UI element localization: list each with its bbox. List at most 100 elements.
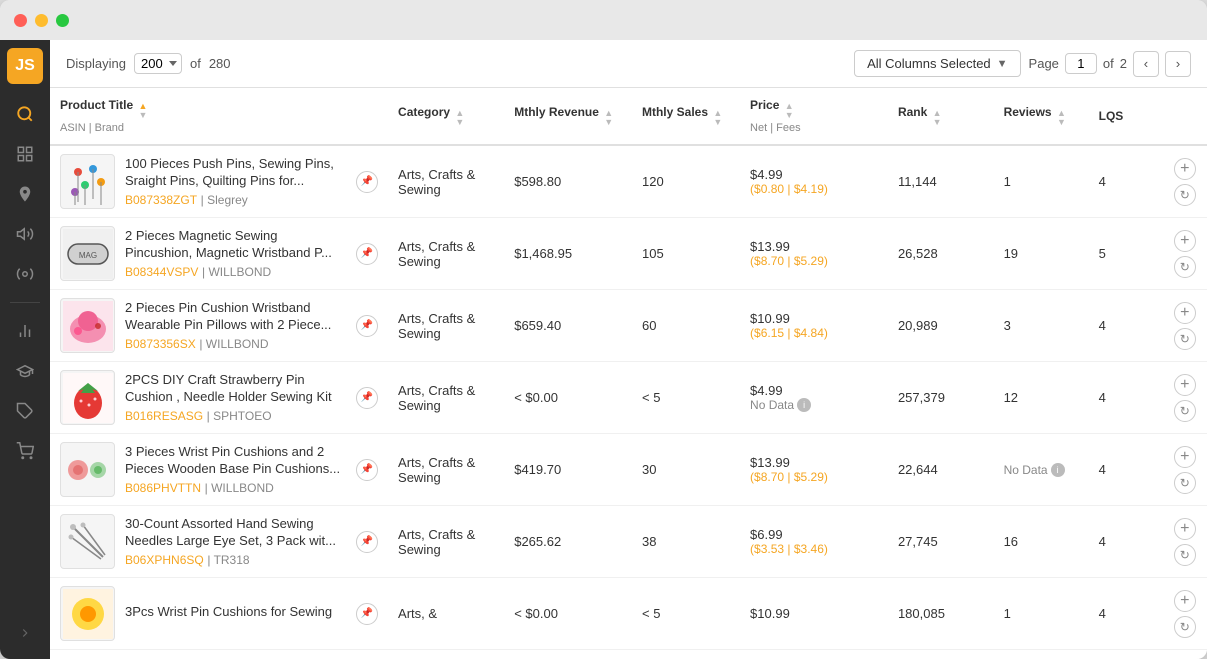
sidebar-item-megaphone[interactable] [7, 216, 43, 252]
table-row: 100 Pieces Push Pins, Sewing Pins, Sraig… [50, 145, 1207, 218]
product-asin[interactable]: B0873356SX [125, 337, 196, 351]
no-data-price: No Data i [750, 398, 878, 412]
table-row: 3Pcs Wrist Pin Cushions for Sewing 📌 Art… [50, 578, 1207, 650]
sidebar-item-tag[interactable] [7, 393, 43, 429]
add-action-icon[interactable]: + [1174, 158, 1196, 180]
col-rank-sort[interactable]: ▲▼ [931, 109, 944, 127]
product-asin[interactable]: B016RESASG [125, 409, 203, 423]
price-fees: ($8.70 | $5.29) [750, 254, 878, 268]
col-category-label: Category [398, 105, 450, 119]
refresh-action-icon[interactable]: ↻ [1174, 328, 1196, 350]
lqs-cell: 4 [1089, 578, 1163, 650]
revenue-value: $598.80 [514, 174, 561, 189]
col-rank: Rank ▲▼ [888, 88, 994, 145]
rank-cell: 180,085 [888, 578, 994, 650]
sales-value: 30 [642, 462, 656, 477]
product-asin[interactable]: B06XPHN6SQ [125, 553, 204, 567]
col-sales-sort[interactable]: ▲▼ [711, 109, 724, 127]
col-product-label: Product Title [60, 98, 133, 112]
review-value: 19 [1004, 246, 1018, 261]
col-reviews: Reviews ▲▼ [994, 88, 1089, 145]
table-body: 100 Pieces Push Pins, Sewing Pins, Sraig… [50, 145, 1207, 650]
refresh-action-icon[interactable]: ↻ [1174, 544, 1196, 566]
info-icon[interactable]: i [1051, 463, 1065, 477]
col-revenue-sort[interactable]: ▲▼ [602, 109, 615, 127]
sidebar-expand-button[interactable] [7, 615, 43, 651]
product-info: 2PCS DIY Craft Strawberry Pin Cushion , … [125, 372, 346, 423]
sidebar-item-search[interactable] [7, 96, 43, 132]
col-price-sort[interactable]: ▲▼ [783, 102, 796, 120]
prev-page-button[interactable]: ‹ [1133, 51, 1159, 77]
price-cell: $13.99 ($8.70 | $5.29) [740, 434, 888, 506]
pin-product-icon[interactable]: 📌 [356, 459, 378, 481]
add-action-icon[interactable]: + [1174, 590, 1196, 612]
price-cell: $4.99 ($0.80 | $4.19) [740, 145, 888, 218]
category-cell: Arts, Crafts & Sewing [388, 145, 504, 218]
revenue-cell: $659.40 [504, 290, 632, 362]
main-content: Displaying 200 50 100 500 of 280 All Col… [50, 40, 1207, 659]
pin-product-icon[interactable]: 📌 [356, 171, 378, 193]
sidebar-item-tool[interactable] [7, 256, 43, 292]
category-value: Arts, Crafts & Sewing [398, 383, 475, 413]
app-body: JS [0, 40, 1207, 659]
lqs-cell: 5 [1089, 218, 1163, 290]
maximize-dot[interactable] [56, 14, 69, 27]
product-asin[interactable]: B087338ZGT [125, 193, 197, 207]
action-icons: + ↻ [1173, 374, 1197, 422]
product-title: 2PCS DIY Craft Strawberry Pin Cushion , … [125, 372, 346, 406]
add-action-icon[interactable]: + [1174, 302, 1196, 324]
refresh-action-icon[interactable]: ↻ [1174, 256, 1196, 278]
lqs-value: 5 [1099, 246, 1106, 261]
col-category-sort[interactable]: ▲▼ [453, 109, 466, 127]
next-page-button[interactable]: › [1165, 51, 1191, 77]
sidebar-item-graduation[interactable] [7, 353, 43, 389]
sidebar-item-cart[interactable] [7, 433, 43, 469]
sidebar-item-grid[interactable] [7, 136, 43, 172]
review-value: 1 [1004, 174, 1011, 189]
pin-product-icon[interactable]: 📌 [356, 315, 378, 337]
refresh-action-icon[interactable]: ↻ [1174, 616, 1196, 638]
minimize-dot[interactable] [35, 14, 48, 27]
col-product-sort[interactable]: ▲ ▼ [136, 102, 149, 120]
add-action-icon[interactable]: + [1174, 518, 1196, 540]
pin-product-icon[interactable]: 📌 [356, 531, 378, 553]
refresh-action-icon[interactable]: ↻ [1174, 472, 1196, 494]
product-meta: B087338ZGT | Slegrey [125, 192, 346, 207]
product-title: 2 Pieces Magnetic Sewing Pincushion, Mag… [125, 228, 346, 262]
app-logo: JS [7, 48, 43, 84]
actions-cell: + ↻ [1163, 362, 1207, 434]
info-icon[interactable]: i [797, 398, 811, 412]
columns-select-button[interactable]: All Columns Selected ▼ [854, 50, 1020, 77]
close-dot[interactable] [14, 14, 27, 27]
rank-value: 180,085 [898, 606, 945, 621]
sidebar-item-chart[interactable] [7, 313, 43, 349]
col-revenue: Mthly Revenue ▲▼ [504, 88, 632, 145]
add-action-icon[interactable]: + [1174, 374, 1196, 396]
col-reviews-sort[interactable]: ▲▼ [1055, 109, 1068, 127]
revenue-value: $265.62 [514, 534, 561, 549]
count-select[interactable]: 200 50 100 500 [134, 53, 182, 74]
pin-product-icon[interactable]: 📌 [356, 603, 378, 625]
pin-product-icon[interactable]: 📌 [356, 243, 378, 265]
action-icons: + ↻ [1173, 518, 1197, 566]
product-info: 100 Pieces Push Pins, Sewing Pins, Sraig… [125, 156, 346, 207]
col-actions [1163, 88, 1207, 145]
reviews-cell: 1 [994, 578, 1089, 650]
refresh-action-icon[interactable]: ↻ [1174, 400, 1196, 422]
sidebar-item-pin[interactable] [7, 176, 43, 212]
price-cell: $13.99 ($8.70 | $5.29) [740, 218, 888, 290]
refresh-action-icon[interactable]: ↻ [1174, 184, 1196, 206]
page-input[interactable] [1065, 53, 1097, 74]
table-row: 2PCS DIY Craft Strawberry Pin Cushion , … [50, 362, 1207, 434]
product-title: 2 Pieces Pin Cushion Wristband Wearable … [125, 300, 346, 334]
add-action-icon[interactable]: + [1174, 230, 1196, 252]
add-action-icon[interactable]: + [1174, 446, 1196, 468]
product-asin[interactable]: B086PHVTTN [125, 481, 201, 495]
revenue-value: $1,468.95 [514, 246, 572, 261]
col-product-sub: ASIN | Brand [60, 122, 124, 134]
product-meta: B016RESASG | SPHTOEO [125, 408, 346, 423]
rank-cell: 257,379 [888, 362, 994, 434]
product-asin[interactable]: B08344VSPV [125, 265, 198, 279]
product-cell: MAG 2 Pieces Magnetic Sewing Pincushion,… [50, 218, 388, 290]
pin-product-icon[interactable]: 📌 [356, 387, 378, 409]
